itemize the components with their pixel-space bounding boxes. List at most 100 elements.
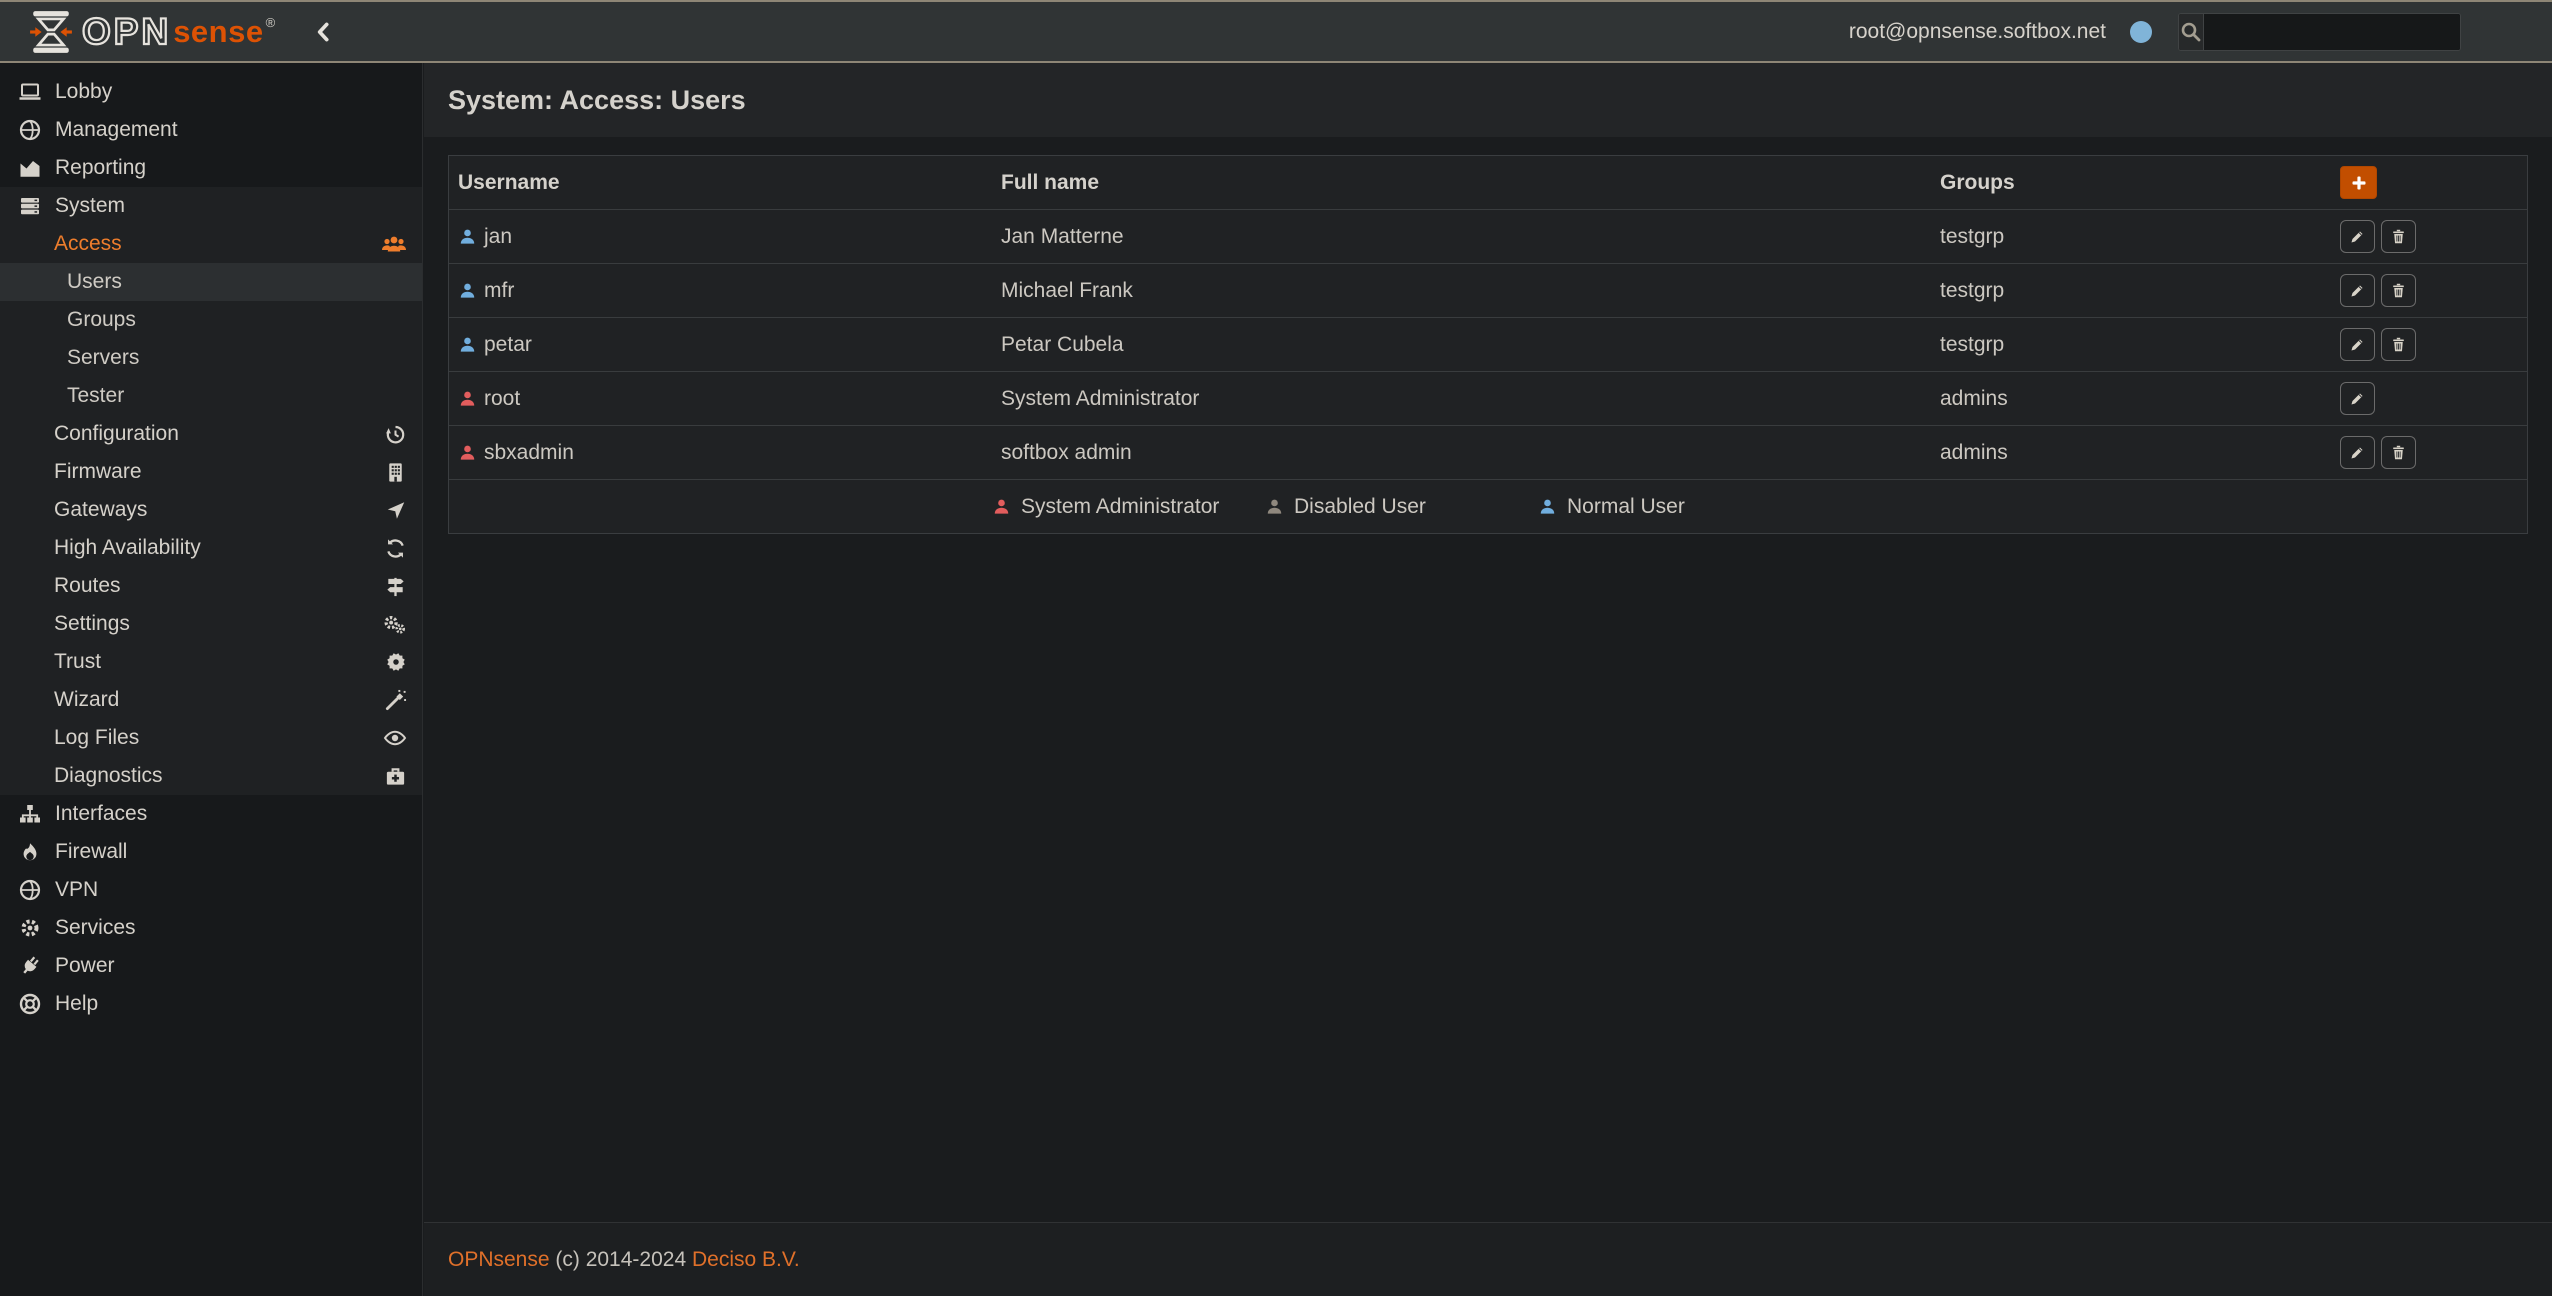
brand-opn-text: OPN xyxy=(82,11,171,53)
server-icon xyxy=(16,194,43,218)
delete-user-button[interactable] xyxy=(2381,436,2416,469)
sidebar-item-gateways[interactable]: Gateways xyxy=(0,491,422,529)
table-row: root System Administrator admins xyxy=(449,371,2527,425)
delete-user-button[interactable] xyxy=(2381,274,2416,307)
column-header-groups: Groups xyxy=(1931,171,2331,195)
sidebar-item-label: System xyxy=(55,194,125,218)
brand-registered-mark: ® xyxy=(266,15,276,30)
table-row: jan Jan Matterne testgrp xyxy=(449,209,2527,263)
sidebar-item-label: VPN xyxy=(55,878,98,902)
user-icon-admin xyxy=(458,442,477,463)
pencil-icon xyxy=(2349,336,2366,353)
page-footer: OPNsense (c) 2014-2024 Deciso B.V. xyxy=(424,1222,2552,1296)
globe-icon xyxy=(16,878,43,902)
search-icon xyxy=(2179,20,2203,44)
sidebar-item-label: Wizard xyxy=(54,688,119,712)
magic-wand-icon xyxy=(384,689,407,712)
groups-cell: testgrp xyxy=(1931,279,2331,303)
sidebar-item-label: Reporting xyxy=(55,156,146,180)
sidebar-item-label: Diagnostics xyxy=(54,764,163,788)
sidebar-item-high-availability[interactable]: High Availability xyxy=(0,529,422,567)
delete-user-button[interactable] xyxy=(2381,328,2416,361)
sidebar-item-firewall[interactable]: Firewall xyxy=(0,833,422,871)
sitemap-icon xyxy=(16,802,43,826)
sidebar-item-wizard[interactable]: Wizard xyxy=(0,681,422,719)
sidebar-item-label: Trust xyxy=(54,650,101,674)
edit-user-button[interactable] xyxy=(2340,328,2375,361)
groups-cell: admins xyxy=(1931,441,2331,465)
global-search xyxy=(2178,13,2461,51)
edit-user-button[interactable] xyxy=(2340,220,2375,253)
page-header: System: Access: Users xyxy=(424,63,2552,137)
opnsense-footer-link[interactable]: OPNsense xyxy=(448,1248,550,1272)
sidebar-item-routes[interactable]: Routes xyxy=(0,567,422,605)
user-icon-normal xyxy=(458,334,477,355)
sidebar-item-label: Management xyxy=(55,118,178,142)
sidebar-item-interfaces[interactable]: Interfaces xyxy=(0,795,422,833)
fire-icon xyxy=(16,840,43,864)
edit-user-button[interactable] xyxy=(2340,436,2375,469)
full-name-cell: Jan Matterne xyxy=(992,225,1931,249)
legend-label: Normal User xyxy=(1567,495,1685,519)
sidebar-item-trust[interactable]: Trust xyxy=(0,643,422,681)
sidebar-item-label: Firewall xyxy=(55,840,127,864)
sidebar-item-firmware[interactable]: Firmware xyxy=(0,453,422,491)
sidebar-item-label: High Availability xyxy=(54,536,201,560)
full-name-cell: softbox admin xyxy=(992,441,1931,465)
sidebar-item-access[interactable]: Access xyxy=(0,225,422,263)
user-icon-disabled xyxy=(1265,496,1284,517)
sidebar-item-system[interactable]: System xyxy=(0,187,422,225)
legend-label: Disabled User xyxy=(1294,495,1426,519)
sidebar-item-settings[interactable]: Settings xyxy=(0,605,422,643)
area-chart-icon xyxy=(16,156,43,180)
users-table: Username Full name Groups j xyxy=(448,155,2528,534)
laptop-icon xyxy=(16,80,43,104)
sidebar-item-services[interactable]: Services xyxy=(0,909,422,947)
sidebar-item-configuration[interactable]: Configuration xyxy=(0,415,422,453)
sidebar-item-vpn[interactable]: VPN xyxy=(0,871,422,909)
firmware-building-icon xyxy=(384,461,407,484)
sidebar-item-log-files[interactable]: Log Files xyxy=(0,719,422,757)
sidebar-item-diagnostics[interactable]: Diagnostics xyxy=(0,757,422,795)
life-ring-icon xyxy=(16,992,43,1016)
sidebar-item-power[interactable]: Power xyxy=(0,947,422,985)
cog-icon xyxy=(16,916,43,940)
history-icon xyxy=(384,423,407,446)
sidebar-item-reporting[interactable]: Reporting xyxy=(0,149,422,187)
user-icon-admin xyxy=(992,496,1011,517)
edit-user-button[interactable] xyxy=(2340,382,2375,415)
sidebar-item-users[interactable]: Users xyxy=(0,263,422,301)
sidebar-item-label: Access xyxy=(54,232,122,256)
search-input[interactable] xyxy=(2204,14,2461,50)
edit-user-button[interactable] xyxy=(2340,274,2375,307)
table-row: petar Petar Cubela testgrp xyxy=(449,317,2527,371)
sidebar-item-label: Gateways xyxy=(54,498,147,522)
cogs-icon xyxy=(381,613,407,636)
sidebar-item-servers[interactable]: Servers xyxy=(0,339,422,377)
add-user-button[interactable] xyxy=(2340,166,2377,199)
user-type-legend: System Administrator Disabled User Norma… xyxy=(449,479,2527,533)
search-addon xyxy=(2179,14,2204,50)
content-area: Username Full name Groups j xyxy=(424,137,2552,1222)
sidebar-item-label: Power xyxy=(55,954,115,978)
location-arrow-icon xyxy=(385,499,407,521)
sidebar-item-label: Groups xyxy=(67,308,136,332)
opnsense-logo[interactable]: OPN sense ® xyxy=(30,9,275,55)
sidebar-item-tester[interactable]: Tester xyxy=(0,377,422,415)
sidebar-item-lobby[interactable]: Lobby xyxy=(0,73,422,111)
column-header-username: Username xyxy=(449,171,992,195)
footer-copyright-text: (c) 2014-2024 xyxy=(550,1248,692,1272)
brand-sense-text: sense xyxy=(173,14,263,50)
sidebar-item-groups[interactable]: Groups xyxy=(0,301,422,339)
sidebar-item-management[interactable]: Management xyxy=(0,111,422,149)
collapse-sidebar-button[interactable] xyxy=(311,17,337,47)
deciso-footer-link[interactable]: Deciso B.V. xyxy=(692,1248,800,1272)
pencil-icon xyxy=(2349,282,2366,299)
delete-user-button[interactable] xyxy=(2381,220,2416,253)
sidebar-item-help[interactable]: Help xyxy=(0,985,422,1023)
table-row: sbxadmin softbox admin admins xyxy=(449,425,2527,479)
column-header-full-name: Full name xyxy=(992,171,1931,195)
logged-in-user-menu[interactable]: root@opnsense.softbox.net xyxy=(1849,20,2106,44)
sidebar-item-label: Help xyxy=(55,992,98,1016)
full-name-cell: Michael Frank xyxy=(992,279,1931,303)
